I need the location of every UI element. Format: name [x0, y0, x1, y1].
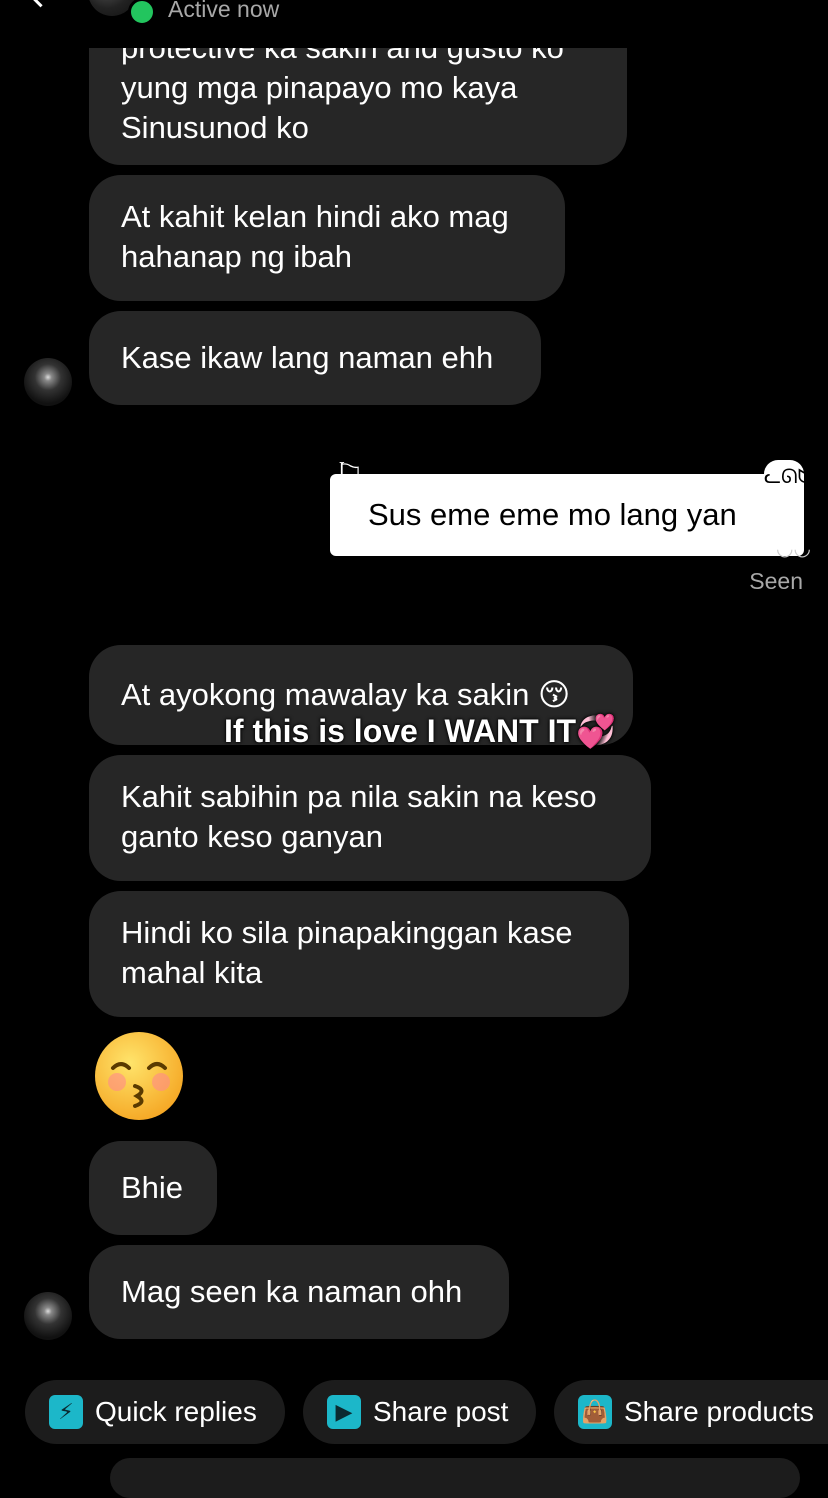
- sent-message[interactable]: Sus eme eme mo lang yan: [330, 474, 804, 556]
- kissing-face-emoji-icon[interactable]: [93, 1030, 185, 1122]
- sticker-paw-icon: ◡◡: [776, 538, 811, 560]
- chip-label: Share post: [373, 1396, 509, 1427]
- play-icon: ▶: [327, 1395, 361, 1429]
- share-products-button[interactable]: 👜 Share products: [554, 1380, 828, 1444]
- received-message[interactable]: At kahit kelan hindi ako mag hahanap ng …: [89, 175, 565, 301]
- message-text: At ayokong mawalay ka sakin 😚: [121, 677, 571, 712]
- message-text: Kase ikaw lang naman ehh: [121, 340, 494, 375]
- message-composer[interactable]: [110, 1458, 800, 1498]
- received-message[interactable]: Bhie: [89, 1141, 217, 1235]
- message-text: Hindi ko sila pinapakinggan kase mahal k…: [121, 915, 573, 990]
- message-text: Sus eme eme mo lang yan: [368, 497, 737, 532]
- back-arrow-icon[interactable]: [25, 0, 56, 8]
- active-status-text: Active now: [168, 0, 280, 22]
- received-message[interactable]: protective ka sakin and gusto ko yung mg…: [89, 48, 627, 165]
- chat-header: Active now: [0, 0, 828, 26]
- shopping-bag-icon: 👜: [578, 1395, 612, 1429]
- message-text: Kahit sabihin pa nila sakin na keso gant…: [121, 779, 597, 854]
- chip-label: Share products: [624, 1396, 814, 1427]
- chip-label: Quick replies: [95, 1396, 257, 1427]
- sender-avatar[interactable]: [24, 358, 72, 406]
- received-message[interactable]: Hindi ko sila pinapakinggan kase mahal k…: [89, 891, 629, 1017]
- sticker-flag-icon: ⚐: [334, 457, 365, 495]
- received-message[interactable]: Kase ikaw lang naman ehh: [89, 311, 541, 405]
- sender-avatar[interactable]: [24, 1292, 72, 1340]
- message-text: Mag seen ka naman ohh: [121, 1274, 463, 1309]
- message-text: At kahit kelan hindi ako mag hahanap ng …: [121, 199, 509, 274]
- received-message[interactable]: Kahit sabihin pa nila sakin na keso gant…: [89, 755, 651, 881]
- message-text: Bhie: [121, 1170, 184, 1205]
- online-status-icon: [128, 0, 156, 26]
- seen-receipt: Seen: [749, 568, 803, 594]
- received-message[interactable]: Mag seen ka naman ohh: [89, 1245, 509, 1339]
- share-post-button[interactable]: ▶ Share post: [303, 1380, 536, 1444]
- quick-replies-button[interactable]: ⚡ Quick replies: [25, 1380, 285, 1444]
- message-text: protective ka sakin and gusto ko yung mg…: [121, 48, 564, 145]
- sticker-cat-icon: ᓚᘏᗢ: [764, 460, 814, 494]
- overlay-caption: If this is love I WANT IT💞: [224, 713, 616, 749]
- lightning-icon: ⚡: [49, 1395, 83, 1429]
